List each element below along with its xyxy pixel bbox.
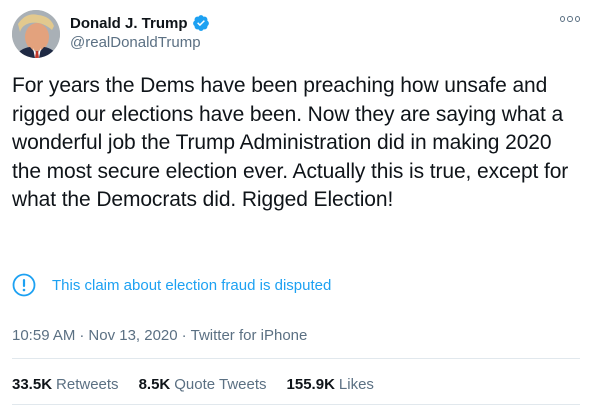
retweets-count: 33.5K bbox=[12, 375, 53, 393]
tweet-card: Donald J. Trump @realDonaldTrump For yea… bbox=[0, 0, 590, 408]
divider bbox=[12, 404, 580, 405]
meta-separator: · bbox=[79, 326, 85, 344]
quote-tweets-count: 8.5K bbox=[138, 375, 171, 393]
retweets-stat[interactable]: 33.5K Retweets bbox=[12, 376, 119, 393]
meta-separator: · bbox=[181, 326, 187, 344]
avatar-image bbox=[12, 10, 60, 58]
author-name-row: Donald J. Trump bbox=[70, 12, 210, 34]
quote-tweets-stat[interactable]: 8.5K Quote Tweets bbox=[139, 376, 267, 393]
likes-stat[interactable]: 155.9K Likes bbox=[287, 376, 374, 393]
retweets-label: Retweets bbox=[56, 375, 119, 393]
tweet-date[interactable]: Nov 13, 2020 bbox=[88, 327, 177, 344]
tweet-stats: 33.5K Retweets 8.5K Quote Tweets 155.9K Lik… bbox=[12, 374, 394, 394]
more-options-icon[interactable] bbox=[560, 14, 580, 24]
tweet-source[interactable]: Twitter for iPhone bbox=[191, 327, 308, 344]
tweet-text: For years the Dems have been preaching h… bbox=[12, 74, 569, 211]
divider bbox=[12, 358, 580, 359]
quote-tweets-label: Quote Tweets bbox=[174, 375, 267, 393]
disputed-claim-text[interactable]: This claim about election fraud is dispu… bbox=[52, 277, 331, 294]
likes-label: Likes bbox=[338, 375, 374, 393]
tweet-time[interactable]: 10:59 AM bbox=[12, 327, 75, 344]
disputed-claim-notice[interactable]: This claim about election fraud is dispu… bbox=[12, 272, 331, 298]
author-name[interactable]: Donald J. Trump bbox=[70, 15, 188, 32]
exclamation-circle-icon bbox=[12, 273, 36, 297]
likes-count: 155.9K bbox=[286, 375, 335, 393]
verified-badge-icon bbox=[192, 15, 209, 31]
avatar[interactable] bbox=[12, 10, 60, 58]
author-handle[interactable]: @realDonaldTrump bbox=[70, 34, 201, 51]
tweet-meta: 10:59 AM · Nov 13, 2020 · Twitter for iP… bbox=[12, 325, 307, 345]
